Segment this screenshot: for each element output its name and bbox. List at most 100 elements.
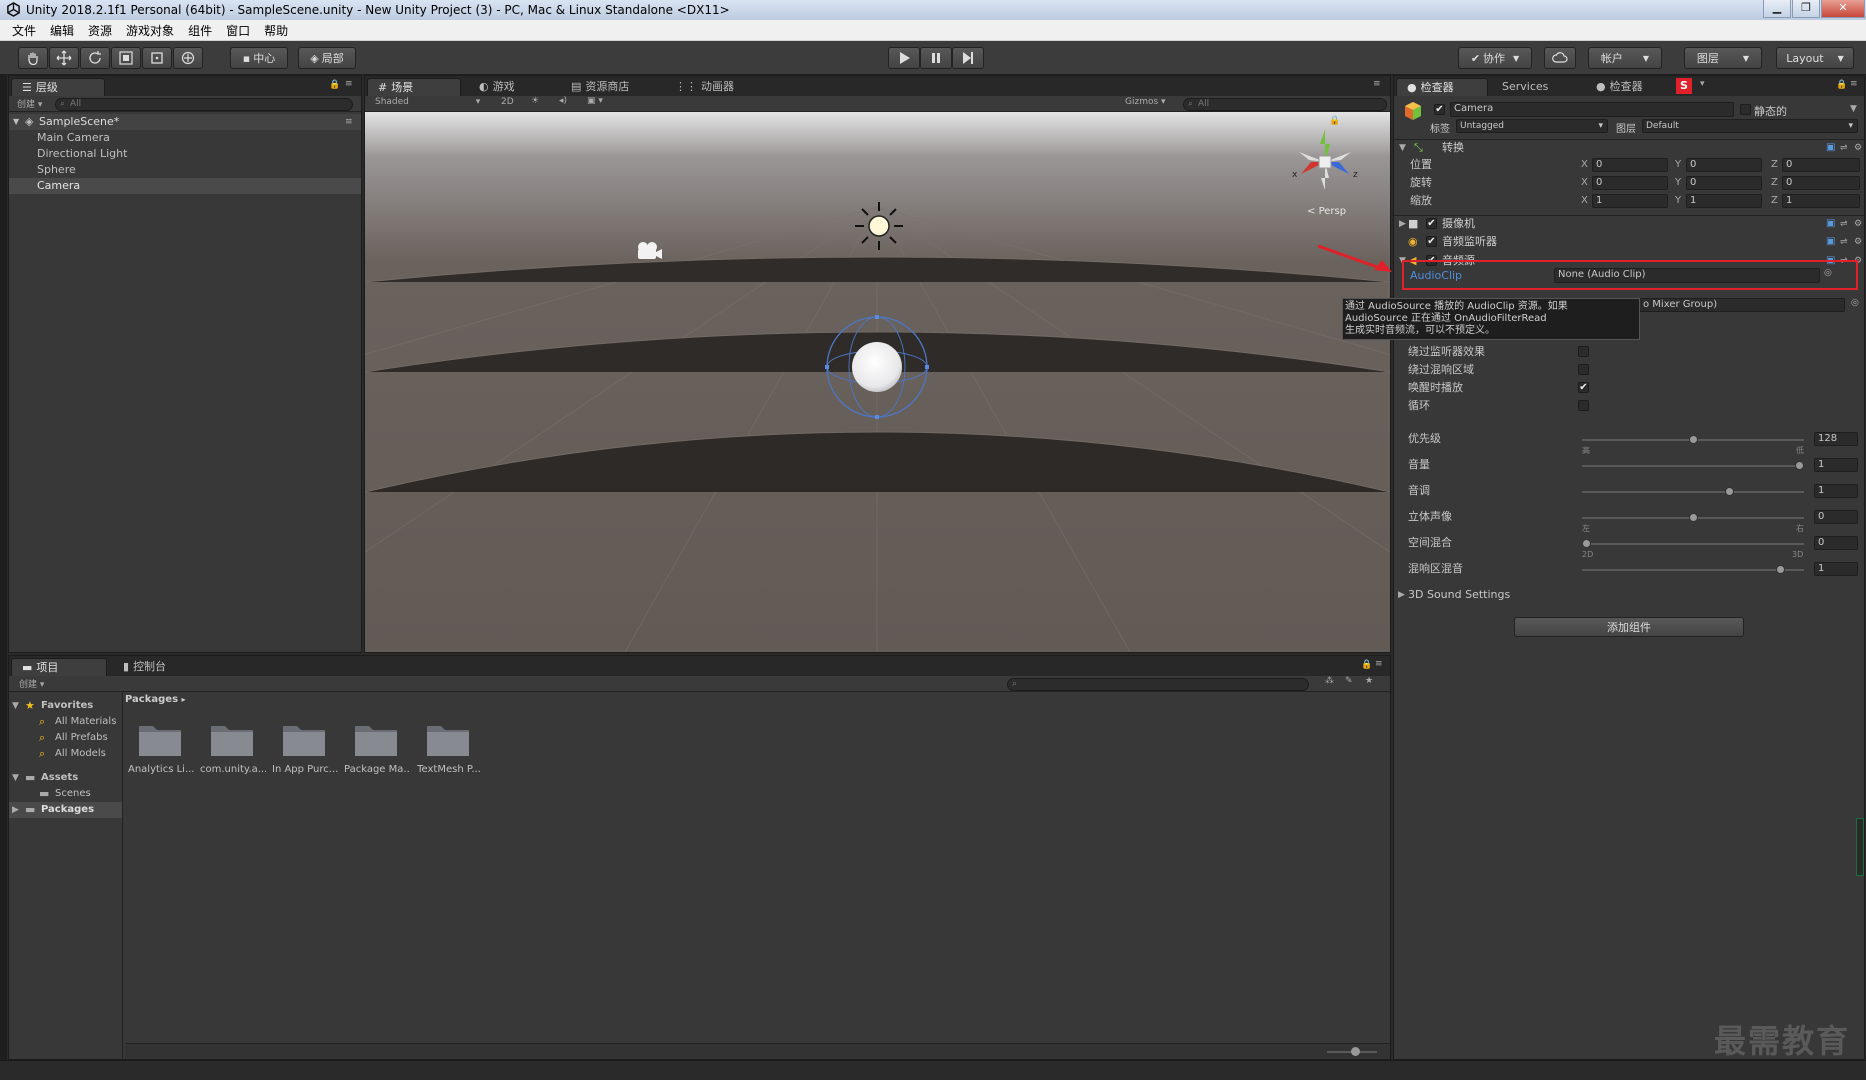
hierarchy-item-directional-light[interactable]: Directional Light: [9, 146, 361, 162]
orientation-gizmo[interactable]: x z: [1285, 122, 1365, 202]
layer-dropdown[interactable]: Default ▾: [1642, 119, 1858, 133]
maximize-button[interactable]: ❐: [1792, 0, 1820, 18]
preset-icon[interactable]: ⇌: [1840, 216, 1848, 232]
tab-services[interactable]: Services: [1492, 78, 1558, 96]
panel-menu-icon[interactable]: ≡: [1375, 659, 1383, 669]
filter-label-icon[interactable]: ✎: [1345, 676, 1353, 686]
tree-assets[interactable]: ▼ ▬ Assets: [9, 770, 122, 786]
stereo-pan-input[interactable]: 0: [1814, 510, 1858, 524]
tab-animator[interactable]: ⋮⋮ 动画器: [665, 78, 744, 96]
scene-menu-icon[interactable]: ≡: [345, 114, 353, 130]
tree-favorites[interactable]: ▼ ★ Favorites: [9, 698, 122, 714]
effects-toggle-icon[interactable]: ▣ ▾: [587, 96, 603, 106]
pause-button[interactable]: [920, 47, 952, 69]
lighting-toggle-icon[interactable]: ☀: [531, 96, 539, 106]
favorite-star-icon[interactable]: ★: [1365, 676, 1373, 686]
menu-edit[interactable]: 编辑: [50, 22, 74, 39]
icon-size-slider-knob[interactable]: [1351, 1047, 1360, 1056]
scale-tool-button[interactable]: [111, 47, 141, 69]
shading-mode-dropdown[interactable]: Shaded ▾: [375, 97, 480, 107]
spatial-blend-input[interactable]: 0: [1814, 536, 1858, 550]
folder-item[interactable]: TextMesh P...: [413, 712, 485, 792]
scale-z-input[interactable]: 1: [1782, 194, 1860, 208]
tree-item-all-prefabs[interactable]: ⌕ All Prefabs: [9, 730, 122, 746]
expand-arrow-icon[interactable]: ▼: [1399, 140, 1406, 156]
rotation-y-input[interactable]: 0: [1686, 176, 1762, 190]
tab-scene[interactable]: # 场景: [367, 78, 461, 96]
cloud-button[interactable]: [1544, 47, 1576, 69]
reverb-zone-mix-input[interactable]: 1: [1814, 562, 1858, 576]
lock-icon[interactable]: 🔒: [329, 80, 340, 90]
3d-sound-settings-row[interactable]: ▶ 3D Sound Settings: [1394, 587, 1864, 603]
reverb-zone-mix-slider-track[interactable]: [1582, 569, 1804, 571]
folder-item[interactable]: com.unity.a...: [197, 712, 269, 792]
lock-icon[interactable]: 🔒: [1361, 660, 1372, 670]
panel-menu-icon[interactable]: ≡: [1373, 79, 1381, 89]
position-x-input[interactable]: 0: [1592, 158, 1668, 172]
object-picker-icon[interactable]: ◎: [1851, 298, 1859, 308]
static-checkbox[interactable]: [1740, 104, 1751, 115]
tree-item-scenes[interactable]: ▬ Scenes: [9, 786, 122, 802]
bypass-reverb-checkbox[interactable]: [1578, 364, 1589, 375]
expand-arrow-icon[interactable]: ▼: [12, 698, 19, 714]
tree-item-all-materials[interactable]: ⌕ All Materials: [9, 714, 122, 730]
layout-dropdown[interactable]: Layout ▼: [1776, 47, 1854, 69]
directional-light-icon[interactable]: [851, 198, 907, 254]
menu-help[interactable]: 帮助: [264, 22, 288, 39]
expand-arrow-icon[interactable]: ▶: [1398, 587, 1405, 603]
pivot-center-button[interactable]: ▪ 中心: [230, 47, 288, 69]
stereo-pan-slider-knob[interactable]: [1688, 513, 1698, 522]
volume-slider-knob[interactable]: [1795, 461, 1804, 470]
minimize-button[interactable]: ▁: [1763, 0, 1791, 18]
object-name-input[interactable]: Camera: [1450, 102, 1734, 117]
folder-item[interactable]: Analytics Li...: [125, 712, 197, 792]
gear-icon[interactable]: ⚙: [1854, 234, 1862, 250]
account-dropdown[interactable]: 帐户 ▼: [1588, 47, 1662, 69]
chevron-down-icon[interactable]: ▾: [1700, 79, 1705, 89]
create-dropdown[interactable]: 创建 ▾: [19, 677, 44, 690]
preset-icon[interactable]: ⇌: [1840, 234, 1848, 250]
tab-inspector-2[interactable]: ● 检查器: [1586, 78, 1653, 96]
tab-hierarchy[interactable]: ☰ 层级: [11, 78, 105, 96]
s-brand-icon[interactable]: S: [1676, 78, 1692, 94]
camera-enabled-checkbox[interactable]: ✔: [1426, 218, 1437, 229]
panel-menu-icon[interactable]: ≡: [1850, 79, 1858, 89]
tree-packages[interactable]: ▶ ▬ Packages: [9, 802, 122, 818]
folder-item[interactable]: In App Purc...: [269, 712, 341, 792]
filter-type-icon[interactable]: ⁂: [1325, 676, 1334, 686]
rotation-x-input[interactable]: 0: [1592, 176, 1668, 190]
close-button[interactable]: ✕: [1821, 0, 1865, 18]
menu-component[interactable]: 组件: [188, 22, 212, 39]
scene-root-row[interactable]: ▼ ◈ SampleScene* ≡: [9, 114, 361, 130]
expand-arrow-icon[interactable]: ▼: [12, 770, 19, 786]
priority-slider-knob[interactable]: [1688, 435, 1698, 444]
audio-listener-header[interactable]: ◉ ✔ 音频监听器 ▣ ⇌ ⚙: [1394, 234, 1864, 250]
volume-slider-track[interactable]: [1582, 465, 1804, 467]
hierarchy-search-input[interactable]: ⌕ All: [55, 98, 353, 111]
tag-dropdown[interactable]: Untagged ▾: [1456, 119, 1608, 133]
layers-dropdown[interactable]: 图层 ▼: [1684, 47, 1762, 69]
collab-dropdown[interactable]: ✔ 协作 ▼: [1458, 47, 1532, 69]
camera-gizmo-icon[interactable]: [633, 240, 663, 262]
preset-icon[interactable]: ⇌: [1840, 140, 1848, 156]
object-active-checkbox[interactable]: ✔: [1434, 104, 1445, 115]
gizmos-dropdown[interactable]: Gizmos ▾: [1125, 97, 1166, 107]
folder-item[interactable]: Package Ma...: [341, 712, 413, 792]
pitch-input[interactable]: 1: [1814, 484, 1858, 498]
chevron-down-icon[interactable]: ▼: [1850, 104, 1857, 114]
lock-icon[interactable]: 🔒: [1329, 116, 1340, 126]
hierarchy-item-sphere[interactable]: Sphere: [9, 162, 361, 178]
tab-game[interactable]: ◐ 游戏: [469, 78, 525, 96]
project-search-input[interactable]: ⌕: [1007, 678, 1309, 691]
lock-icon[interactable]: 🔒: [1836, 80, 1847, 90]
rotate-tool-button[interactable]: [80, 47, 110, 69]
play-button[interactable]: [888, 47, 920, 69]
position-y-input[interactable]: 0: [1686, 158, 1762, 172]
play-on-awake-checkbox[interactable]: ✔: [1578, 382, 1589, 393]
priority-input[interactable]: 128: [1814, 432, 1858, 446]
spatial-blend-slider-track[interactable]: [1582, 543, 1804, 545]
output-mixer-field[interactable]: o Mixer Group): [1639, 298, 1845, 312]
pitch-slider-knob[interactable]: [1724, 487, 1734, 496]
pitch-slider-track[interactable]: [1582, 491, 1804, 493]
rotation-z-input[interactable]: 0: [1782, 176, 1860, 190]
